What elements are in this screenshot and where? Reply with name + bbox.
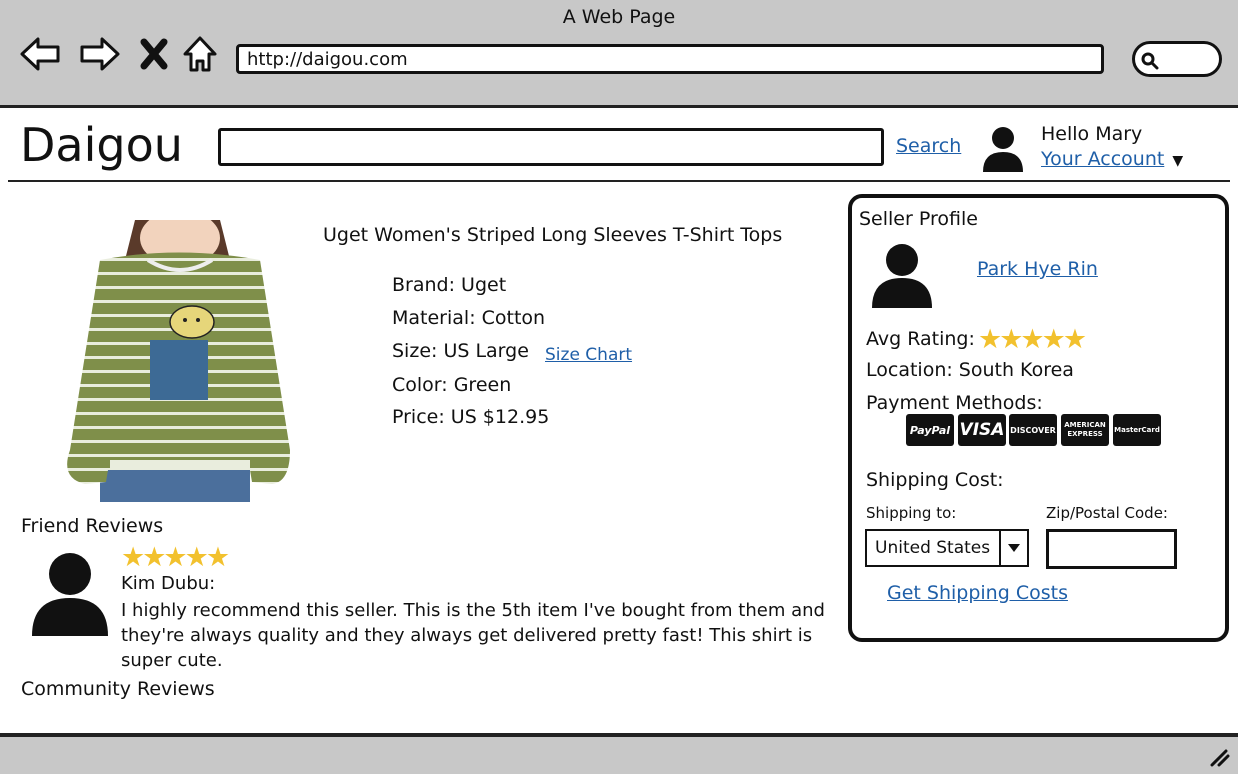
greeting-text: Hello Mary [1041,123,1143,145]
review-star-rating: ★★★★★ [121,542,230,573]
seller-profile-heading: Seller Profile [859,208,978,230]
caret-down-icon: ▼ [1172,153,1184,169]
dropdown-arrow-icon[interactable] [999,531,1027,565]
shipping-country-select[interactable]: United States [865,529,1029,567]
magnifier-icon [1141,52,1159,70]
payment-methods-label: Payment Methods: [866,392,1043,414]
community-reviews-heading: Community Reviews [21,678,215,700]
url-text: http://daigou.com [247,49,408,70]
product-color: Color: Green [392,374,512,396]
shipping-country-value: United States [875,538,991,558]
product-price: Price: US $12.95 [392,406,550,428]
header-divider [8,180,1230,182]
account-menu[interactable]: Your Account ▼ [1041,148,1183,170]
browser-search-field[interactable] [1132,41,1222,77]
reviewer-avatar-icon [30,550,110,644]
seller-name-link[interactable]: Park Hye Rin [977,258,1098,280]
get-shipping-costs-link[interactable]: Get Shipping Costs [887,582,1068,604]
your-account-link[interactable]: Your Account [1041,148,1164,170]
seller-star-rating: ★★★★★ [978,324,1087,355]
site-search-input[interactable] [218,128,884,166]
discover-card-icon: DISCOVER [1009,414,1057,446]
product-photo [40,220,312,502]
seller-avatar-icon [870,242,934,312]
address-bar[interactable]: http://daigou.com [236,44,1104,74]
home-icon[interactable] [178,34,222,74]
search-link[interactable]: Search [896,135,961,157]
user-avatar-icon [980,124,1026,176]
forward-arrow-icon[interactable] [78,34,122,74]
site-logo[interactable]: Daigou [20,118,183,172]
window-title: A Web Page [562,6,676,28]
visa-card-icon: VISA [958,414,1006,446]
back-arrow-icon[interactable] [18,34,62,74]
stop-x-icon[interactable] [132,34,176,74]
paypal-card-icon: PayPal [906,414,954,446]
shipping-cost-label: Shipping Cost: [866,469,1004,491]
zip-code-input[interactable] [1046,529,1177,569]
seller-location: Location: South Korea [866,359,1074,381]
product-size: Size: US Large [392,340,529,362]
status-bar [0,733,1238,774]
review-author: Kim Dubu: [121,573,216,594]
product-material: Material: Cotton [392,307,546,329]
friend-reviews-heading: Friend Reviews [21,515,164,537]
review-text: I highly recommend this seller. This is … [121,600,825,671]
zip-label: Zip/Postal Code: [1046,504,1168,522]
shipping-to-label: Shipping to: [866,504,957,522]
product-brand: Brand: Uget [392,274,507,296]
mastercard-card-icon: MasterCard [1113,414,1161,446]
avg-rating-label: Avg Rating: [866,328,975,350]
amex-card-icon: AMERICAN EXPRESS [1061,414,1109,446]
size-chart-link[interactable]: Size Chart [545,345,632,365]
product-title: Uget Women's Striped Long Sleeves T-Shir… [323,224,783,246]
resize-grip-icon[interactable] [1208,745,1230,771]
